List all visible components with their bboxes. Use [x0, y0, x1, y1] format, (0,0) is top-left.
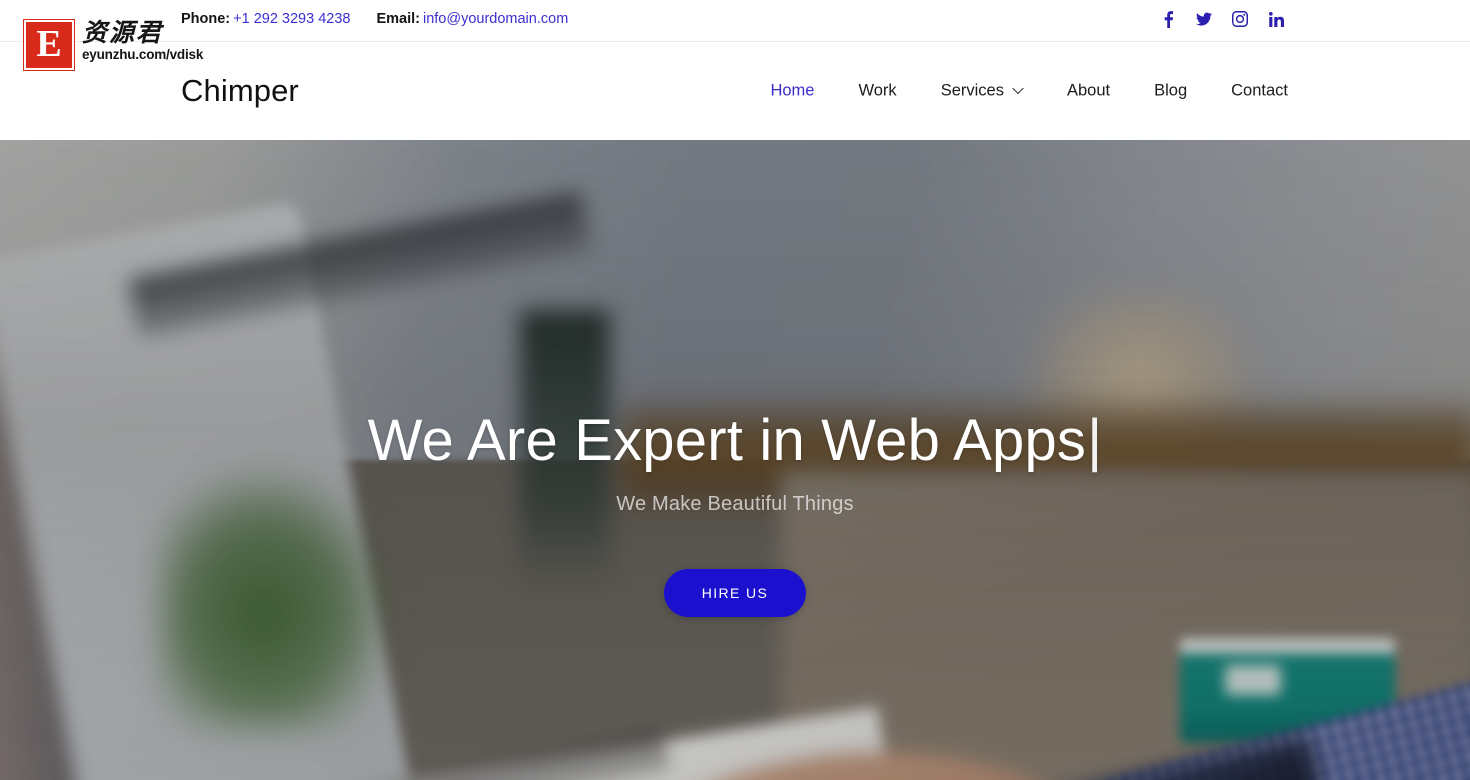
nav-item-blog[interactable]: Blog [1154, 76, 1187, 107]
nav-label-work: Work [858, 81, 897, 100]
main-navigation: Home Work Services About Blog Contact [770, 76, 1288, 107]
twitter-icon[interactable] [1196, 10, 1212, 28]
site-header: Chimper Home Work Services About Blog Co… [0, 42, 1470, 140]
instagram-icon[interactable] [1232, 10, 1248, 28]
nav-label-about: About [1066, 81, 1111, 100]
facebook-icon[interactable] [1160, 10, 1176, 28]
contact-info: Phone: +1 292 3293 4238 Email: info@yourdom… [181, 11, 568, 27]
nav-item-services[interactable]: Services [941, 76, 1023, 107]
typing-caret-icon: | [1087, 408, 1103, 473]
nav-label-services: Services [940, 81, 1004, 100]
hero-section: We Are Expert in Web Apps| We Make Beaut… [0, 140, 1470, 780]
nav-item-work[interactable]: Work [858, 76, 896, 107]
email-value[interactable]: info@yourdomain.com [423, 11, 568, 27]
hero-content: We Are Expert in Web Apps| We Make Beaut… [0, 140, 1470, 780]
nav-item-home[interactable]: Home [770, 76, 814, 107]
brand-logo[interactable]: Chimper [181, 73, 299, 109]
hire-us-button[interactable]: HIRE US [663, 568, 807, 617]
hero-subtitle: We Make Beautiful Things [616, 492, 854, 515]
nav-label-home: Home [770, 81, 815, 100]
nav-item-about[interactable]: About [1067, 76, 1110, 107]
top-contact-bar: Phone: +1 292 3293 4238 Email: info@yourdom… [0, 0, 1470, 42]
phone-value[interactable]: +1 292 3293 4238 [233, 11, 350, 27]
linkedin-icon[interactable] [1268, 10, 1284, 28]
hero-title: We Are Expert in Web Apps| [367, 408, 1103, 473]
chevron-down-icon [1014, 85, 1023, 94]
nav-label-blog: Blog [1154, 81, 1188, 100]
nav-label-contact: Contact [1231, 81, 1288, 100]
phone-label: Phone: [181, 11, 231, 27]
email-label: Email: [376, 11, 420, 27]
social-links [1160, 10, 1284, 28]
nav-item-contact[interactable]: Contact [1231, 76, 1288, 107]
hero-title-text: We Are Expert in Web Apps [367, 408, 1087, 473]
